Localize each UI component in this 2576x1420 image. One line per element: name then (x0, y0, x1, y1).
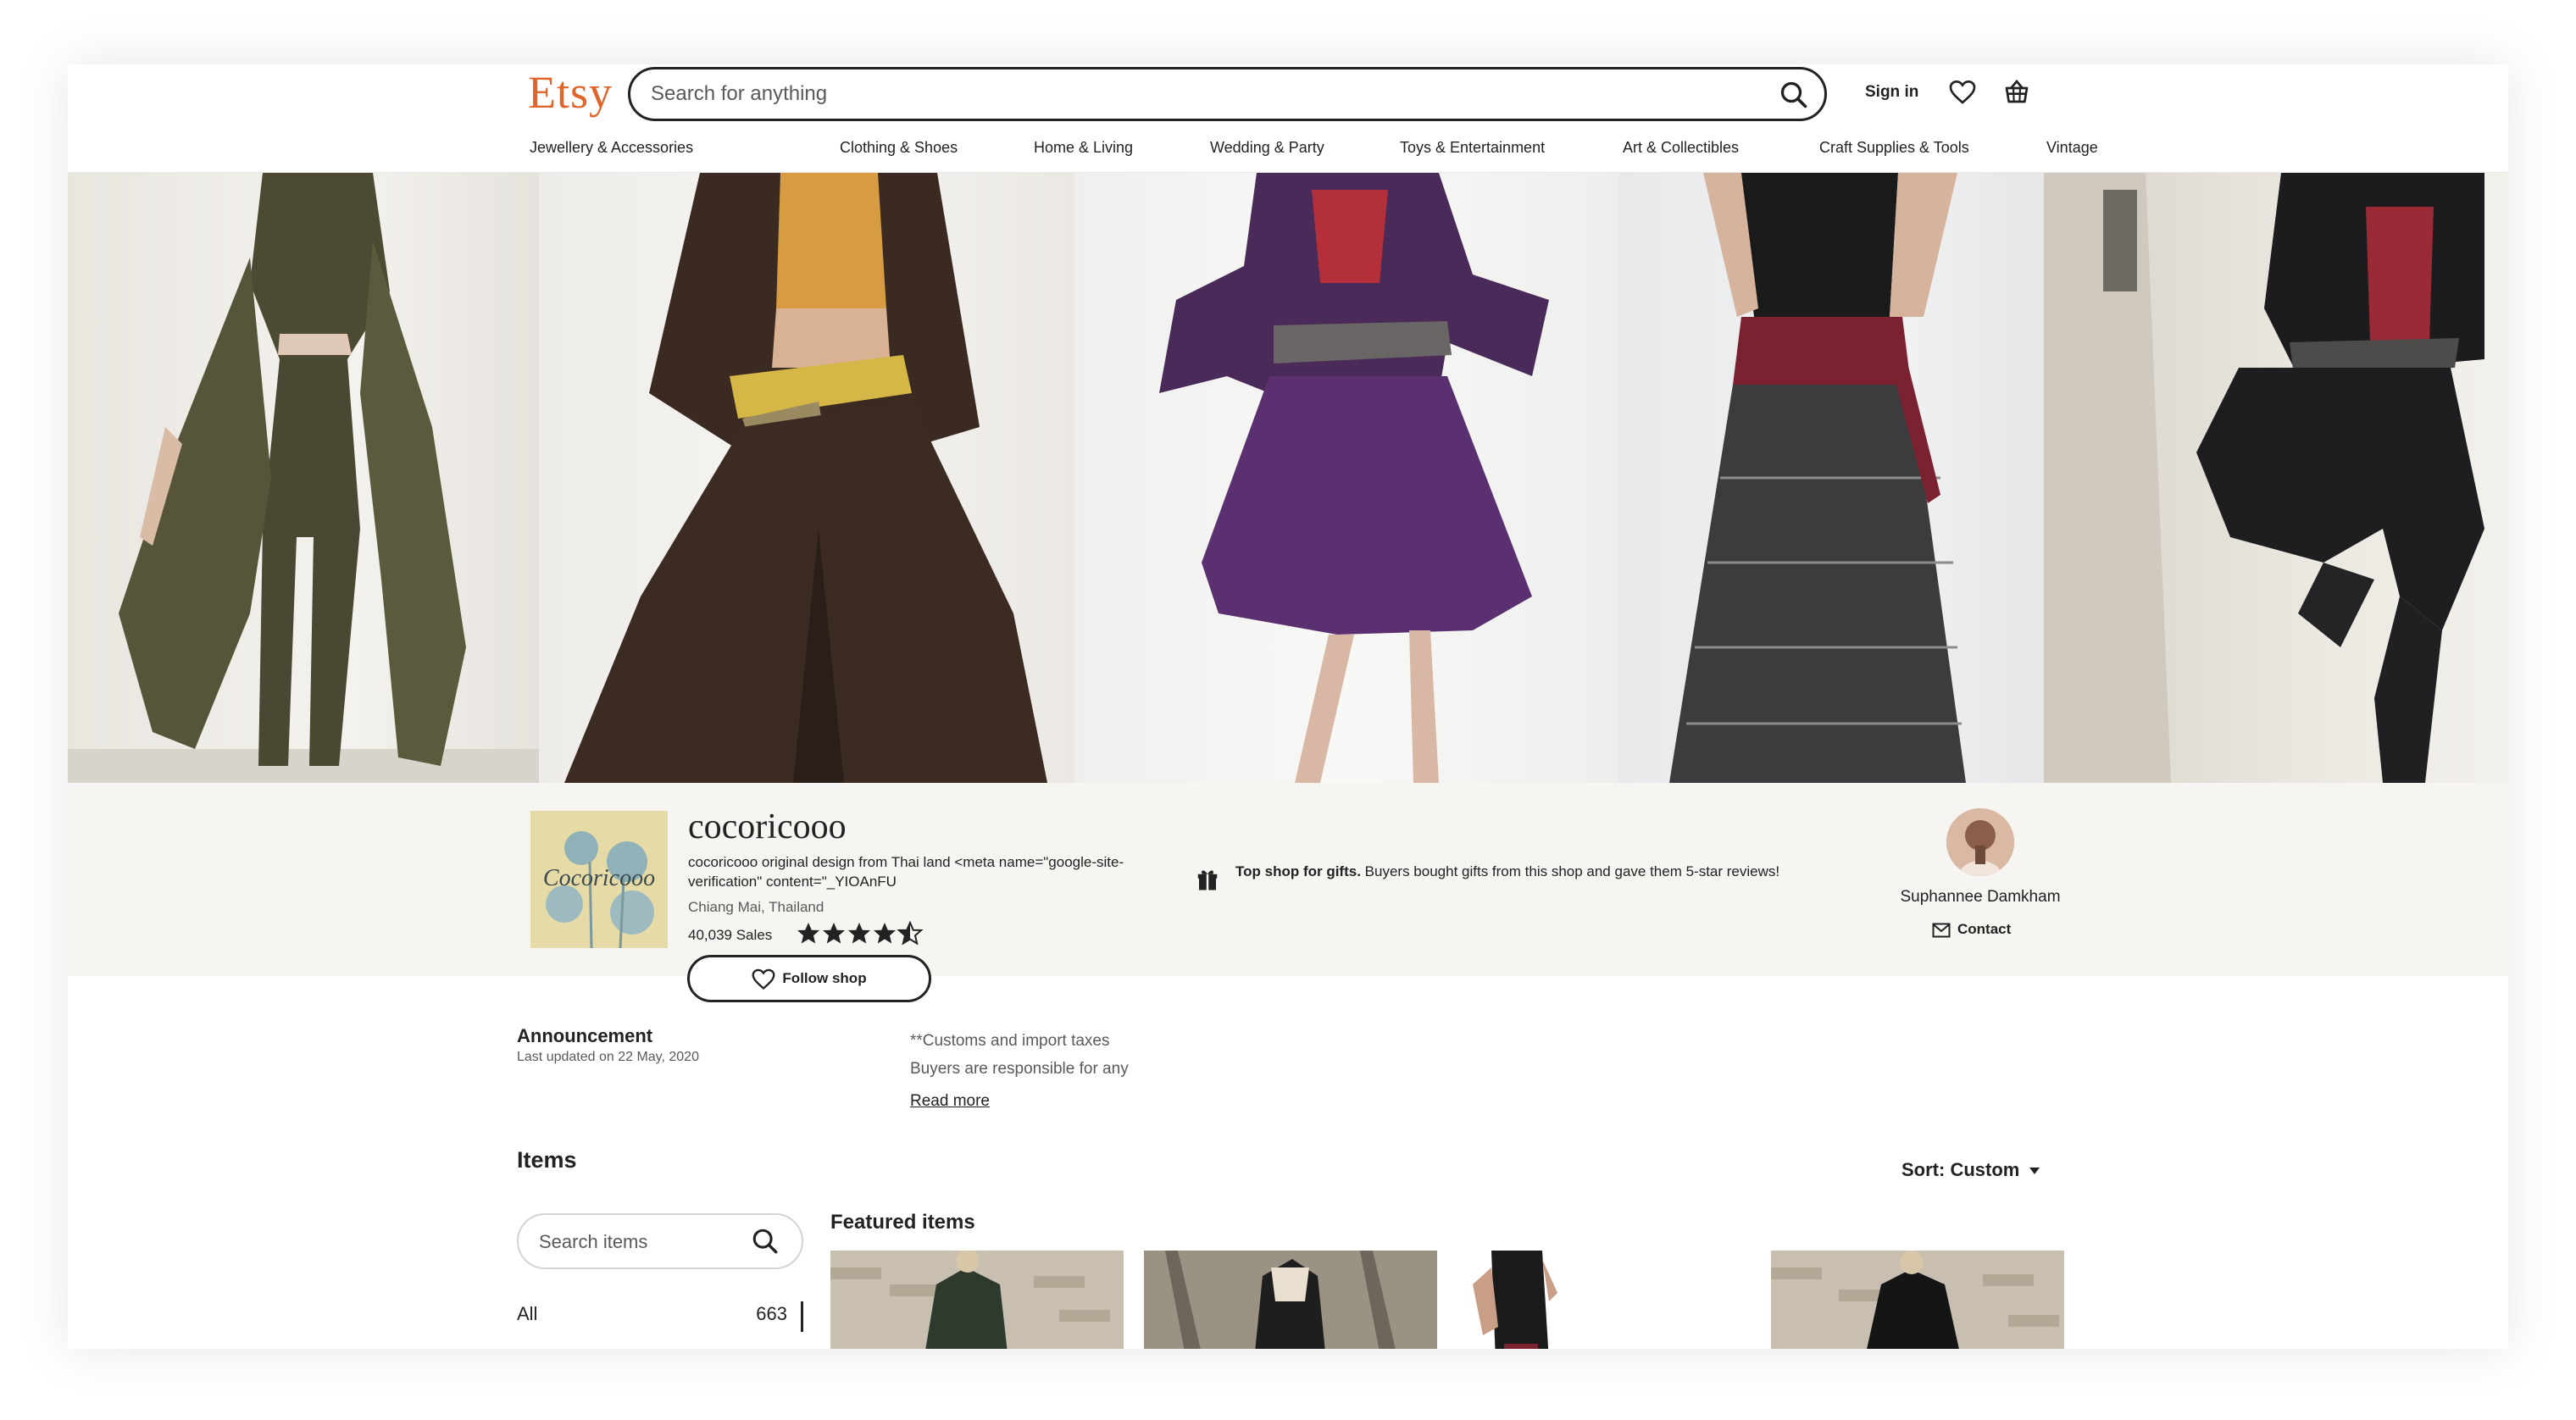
nav-item-clothing[interactable]: Clothing & Shoes (840, 139, 958, 157)
shop-info-bar: Cocoricooo cocoricooo cocoricooo origina… (68, 783, 2508, 1002)
item-search-input[interactable] (539, 1227, 734, 1257)
nav-item-art[interactable]: Art & Collectibles (1623, 139, 1739, 157)
follow-shop-button[interactable]: Follow shop (687, 955, 931, 1002)
mail-icon (1932, 923, 1951, 938)
nav-item-toys[interactable]: Toys & Entertainment (1400, 139, 1545, 157)
shop-logo-text: Cocoricooo (543, 865, 655, 891)
shop-location: Chiang Mai, Thailand (688, 899, 824, 915)
featured-item-thumbnail[interactable] (1144, 1251, 1437, 1349)
category-count: 663 (756, 1303, 787, 1324)
category-label: All (517, 1303, 538, 1324)
banner-photo-1 (68, 173, 539, 783)
nav-item-vintage[interactable]: Vintage (2046, 139, 2098, 157)
shop-logo[interactable]: Cocoricooo (530, 811, 668, 948)
item-search-bar (517, 1213, 803, 1269)
items-heading: Items (517, 1147, 577, 1173)
search-bar (628, 67, 1827, 121)
banner-photo-2 (539, 173, 1074, 783)
read-more-link[interactable]: Read more (910, 1092, 990, 1111)
top-shop-badge-detail: Buyers bought gifts from this shop and g… (1360, 863, 1780, 879)
banner-photo-4 (1618, 173, 2044, 783)
nav-item-home-living[interactable]: Home & Living (1034, 139, 1133, 157)
announcement-body: **Customs and import taxes Buyers are re… (910, 1027, 1334, 1083)
announcement-line: **Customs and import taxes (910, 1032, 1110, 1050)
follow-shop-label: Follow shop (782, 970, 867, 986)
etsy-logo[interactable]: Etsy (528, 66, 613, 119)
shop-name: cocoricooo (688, 807, 847, 846)
heart-icon (752, 968, 775, 990)
banner-photo-3 (1074, 173, 1618, 783)
basket-icon[interactable] (2003, 78, 2030, 105)
announcement-line: Buyers are responsible for any (910, 1060, 1129, 1078)
featured-item-thumbnail[interactable] (1457, 1251, 1751, 1349)
contact-owner-link[interactable]: Contact (1932, 921, 2011, 938)
shop-sales-count: 40,039 Sales (688, 927, 773, 943)
nav-item-craft[interactable]: Craft Supplies & Tools (1819, 139, 1969, 157)
heart-icon[interactable] (1949, 80, 1976, 105)
shop-description: cocoricooo original design from Thai lan… (688, 854, 1124, 890)
owner-name[interactable]: Suphannee Damkham (1896, 888, 2065, 907)
nav-item-wedding[interactable]: Wedding & Party (1210, 139, 1324, 157)
sign-in-link[interactable]: Sign in (1865, 83, 1918, 102)
gift-icon (1197, 870, 1218, 890)
featured-items-heading: Featured items (830, 1211, 975, 1234)
rating-stars-icon[interactable] (797, 921, 924, 946)
search-icon[interactable] (1779, 80, 1809, 110)
announcement-date: Last updated on 22 May, 2020 (517, 1050, 699, 1064)
owner-avatar[interactable] (1946, 808, 2014, 876)
caret-down-icon (2029, 1168, 2040, 1175)
search-icon[interactable] (751, 1227, 780, 1256)
search-input[interactable] (651, 78, 1752, 110)
nav-item-jewellery[interactable]: Jewellery & Accessories (530, 139, 693, 157)
banner-photo-5 (2044, 173, 2508, 783)
featured-item-thumbnail[interactable] (1771, 1251, 2064, 1349)
site-header: Etsy Sign in Jewellery & Accessories Clo… (68, 64, 2508, 173)
contact-label: Contact (1957, 921, 2012, 937)
announcement-title: Announcement (517, 1025, 653, 1046)
category-filter-all[interactable]: All 663 (517, 1301, 803, 1332)
featured-item-thumbnail[interactable] (830, 1251, 1124, 1349)
shop-banner (68, 173, 2508, 783)
browser-page: Etsy Sign in Jewellery & Accessories Clo… (68, 64, 2508, 1349)
top-shop-badge-text: Top shop for gifts. Buyers bought gifts … (1235, 860, 1829, 883)
sort-label: Sort: Custom (1901, 1159, 2020, 1180)
sort-dropdown[interactable]: Sort: Custom (1901, 1159, 2040, 1181)
top-shop-badge-title: Top shop for gifts. (1235, 863, 1361, 879)
